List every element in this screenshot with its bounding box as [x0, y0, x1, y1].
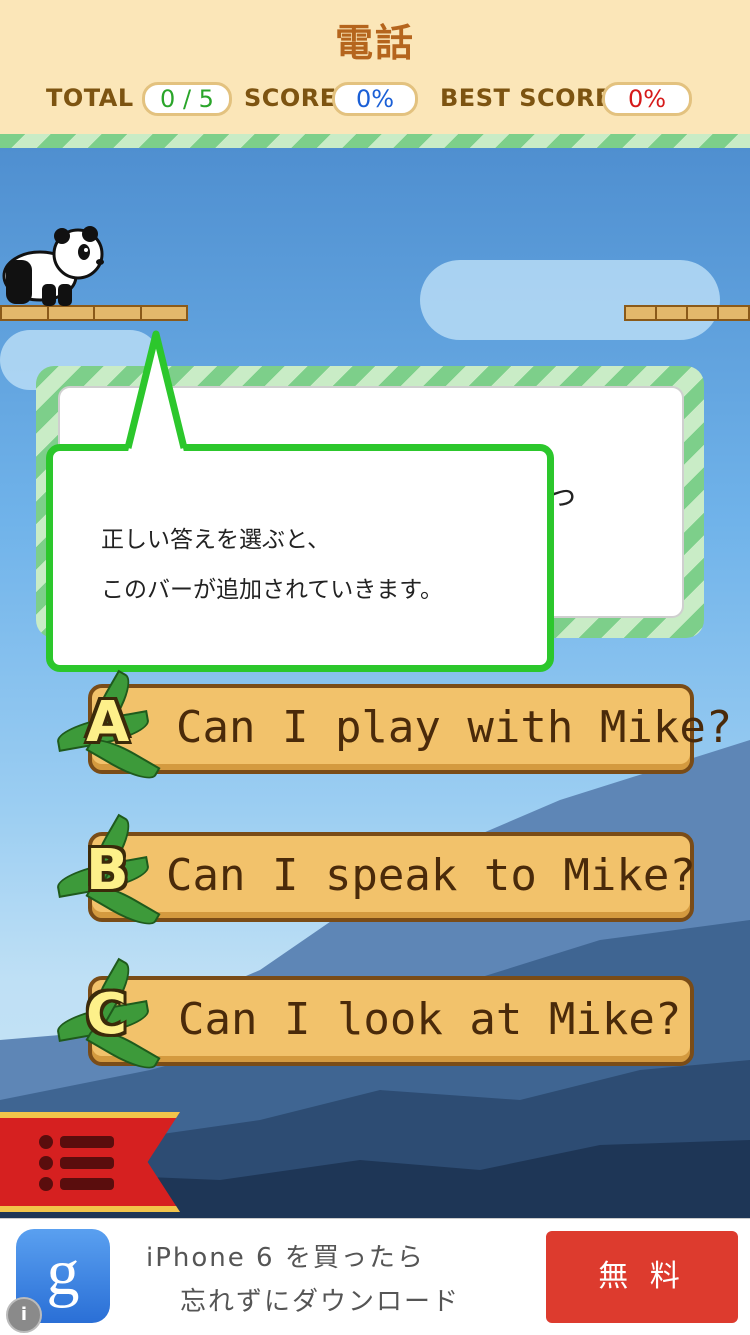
lesson-title: 電話	[334, 21, 415, 65]
score-label: SCORE	[244, 84, 337, 112]
panda-character	[2, 226, 104, 306]
list-menu-icon[interactable]	[36, 1132, 118, 1194]
best-score-label: BEST SCORE	[440, 84, 612, 112]
answer-b-letter: B	[86, 838, 129, 903]
ad-line-2: 忘れずにダウンロード	[180, 1287, 461, 1317]
ad-info-icon[interactable]: i	[6, 1297, 42, 1333]
answer-c-letter: C	[86, 982, 128, 1047]
tutorial-bubble: 正しい答えを選ぶと、 このバーが追加されていきます。	[46, 444, 554, 672]
header-stripe	[0, 134, 750, 148]
ad-line-1: iPhone 6 を買ったら	[146, 1243, 425, 1273]
answer-b-text: Can I speak to Mike?	[166, 850, 696, 901]
answer-b-button[interactable]: Can I speak to Mike?	[88, 832, 696, 922]
total-value: 0 / 5	[142, 82, 232, 116]
score-value: 0%	[332, 82, 418, 116]
tutorial-line-2: このバーが追加されていきます。	[101, 577, 444, 603]
cloud	[420, 260, 720, 340]
ad-banner[interactable]: g iPhone 6 を買ったら 忘れずにダウンロード 無 料 i	[0, 1218, 750, 1335]
answer-c-button[interactable]: Can I look at Mike?	[88, 976, 694, 1066]
answer-a-button[interactable]: Can I play with Mike?	[88, 684, 732, 774]
total-label: TOTAL	[46, 84, 134, 112]
ad-free-button[interactable]: 無 料	[546, 1231, 738, 1323]
tutorial-line-1: 正しい答えを選ぶと、	[101, 527, 331, 553]
bar-platform-right	[624, 305, 750, 321]
best-score-value: 0%	[602, 82, 692, 116]
answer-c-text: Can I look at Mike?	[178, 994, 682, 1045]
tutorial-bubble-pointer	[124, 330, 188, 452]
tutorial-text: 正しい答えを選ぶと、 このバーが追加されていきます。	[101, 515, 443, 615]
answer-a-letter: A	[86, 690, 130, 755]
answer-a-text: Can I play with Mike?	[176, 702, 733, 753]
